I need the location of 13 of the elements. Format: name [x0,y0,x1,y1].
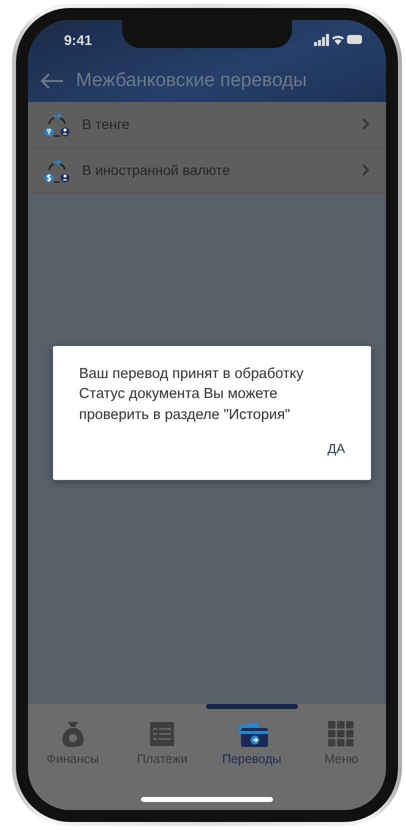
menu-item-label: В тенге [82,115,131,134]
screen-title: Межбанковские переводы [76,68,307,93]
menu-item[interactable]: В иностранной валюте [28,148,386,194]
status-time: 9:41 [64,30,92,50]
dialog-message: Ваш перевод принят в обработку Статус документа Вы можете проверить в разделе "История" [79,365,304,425]
ok-button[interactable]: ДА [322,430,351,466]
menu-item-label: В иностранной валюте [82,161,231,180]
list-icon [149,720,176,748]
transfer-icon [44,158,70,184]
money-bag-icon [60,720,86,748]
transfer-icon [44,112,70,138]
grid-icon [328,720,354,748]
menu-item[interactable]: В тенге [28,102,386,148]
